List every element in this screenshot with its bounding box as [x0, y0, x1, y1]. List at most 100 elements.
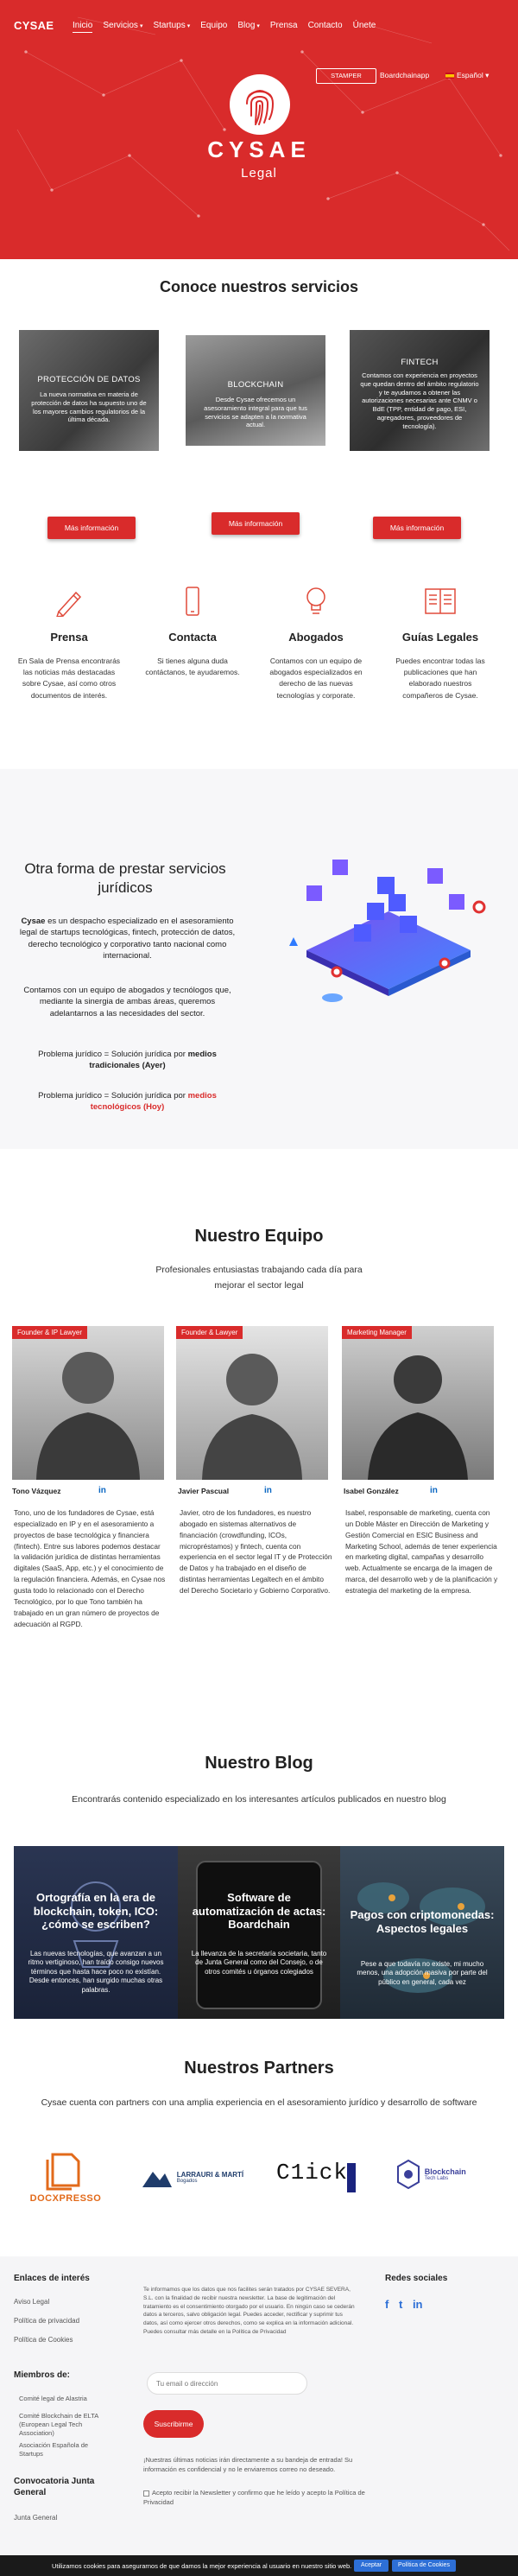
feature-guias-legales[interactable]: Guías Legales Puedes encontrar todas las… — [380, 586, 501, 701]
menu-item-blog[interactable]: Blog ▾ — [237, 21, 260, 33]
partner-click[interactable]: C1ick — [276, 2160, 363, 2192]
partners-title: Nuestros Partners — [184, 2059, 334, 2078]
hero-section: CYSAE Inicio Servicios ▾ Startups ▾ Equipo… — [0, 0, 518, 259]
menu-item-startups[interactable]: Startups ▾ — [153, 21, 190, 33]
team-photo-isabel: Marketing Manager — [342, 1326, 494, 1480]
team-photo-javier: Founder & Lawyer — [176, 1326, 328, 1480]
footer-miembro-startups[interactable]: Asociación Española de Startups — [19, 2441, 114, 2459]
newsletter-consent[interactable]: Acepto recibir la Newsletter y confirmo … — [143, 2488, 376, 2508]
facebook-icon[interactable]: f — [385, 2298, 388, 2311]
phone-icon — [186, 587, 199, 616]
role-badge: Founder & IP Lawyer — [12, 1326, 88, 1339]
footer-miembros-title: Miembros de: — [14, 2370, 71, 2380]
fingerprint-icon — [246, 90, 275, 125]
logo-wordmark: CYSAE — [207, 136, 311, 162]
feature-title: Abogados — [288, 631, 344, 644]
feature-prensa[interactable]: Prensa En Sala de Prensa encontrarás las… — [9, 586, 130, 701]
boardchain-link[interactable]: Boardchainapp — [380, 71, 429, 79]
menu-item-equipo[interactable]: Equipo — [200, 21, 227, 33]
blog-title: Nuestro Blog — [205, 1754, 313, 1773]
blog-post-boardchain[interactable]: Software de automatización de actas: Boa… — [178, 1846, 340, 2019]
social-icons: f t in — [385, 2298, 423, 2311]
menu-item-contacto[interactable]: Contacto — [308, 21, 343, 33]
partner-name: DOCXPRESSO — [29, 2193, 102, 2204]
team-member-bio: Isabel, responsable de marketing, cuenta… — [345, 1508, 498, 1596]
subscribe-button[interactable]: Suscribirme — [143, 2410, 204, 2438]
partner-name: LARRAURI & MARTÍ — [176, 2170, 244, 2179]
team-title: Nuestro Equipo — [194, 1227, 324, 1246]
partner-docxpresso[interactable]: DOCXPRESSO — [22, 2151, 109, 2204]
service-card-blockchain[interactable]: BLOCKCHAIN Desde Cysae ofrecemos un ases… — [186, 335, 325, 446]
tablet-image — [196, 1861, 322, 2009]
pencil-icon — [56, 591, 82, 617]
service-card-fintech[interactable]: FINTECH Contamos con experiencia en proy… — [350, 330, 490, 451]
footer-redes-title: Redes sociales — [385, 2274, 448, 2283]
services-title: Conoce nuestros servicios — [159, 278, 359, 295]
newsletter-email-input[interactable] — [147, 2372, 307, 2395]
logo-subtitle: Legal — [241, 166, 277, 181]
service-card-text: Desde Cysae ofrecemos un asesoramiento i… — [204, 396, 307, 429]
footer-link-privacidad[interactable]: Política de privacidad — [14, 2317, 79, 2325]
service-card-title: FINTECH — [401, 358, 439, 367]
partner-name-sub: Bogados — [176, 2178, 198, 2184]
brand-logo[interactable]: CYSAE — [14, 19, 54, 32]
linkedin-icon[interactable]: in — [430, 1486, 438, 1495]
linkedin-icon[interactable]: in — [413, 2298, 423, 2311]
spain-flag-icon — [445, 73, 454, 79]
footer-link-junta-general[interactable]: Junta General — [14, 2514, 57, 2522]
main-menu: Inicio Servicios ▾ Startups ▾ Equipo Blog ▾… — [73, 21, 386, 33]
mas-informacion-button[interactable]: Más información — [212, 512, 300, 535]
blog-post-title: Pagos con criptomonedas: Aspectos legale… — [350, 1908, 495, 1935]
otra-forma-paragraph-1: Cysae es un despacho especializado en el… — [19, 917, 236, 961]
cookie-text: Utilizamos cookies para asegurarnos de q… — [52, 2562, 352, 2570]
role-badge: Founder & Lawyer — [176, 1326, 243, 1339]
mas-informacion-button[interactable]: Más información — [47, 517, 136, 539]
mas-informacion-button[interactable]: Más información — [373, 517, 461, 539]
cookie-policy-button[interactable]: Política de Cookies — [392, 2560, 456, 2572]
language-selector[interactable]: Español ▾ — [445, 71, 489, 80]
menu-item-prensa[interactable]: Prensa — [270, 21, 298, 33]
cookie-accept-button[interactable]: Aceptar — [354, 2560, 388, 2572]
chevron-down-icon: ▾ — [256, 23, 260, 29]
otra-forma-paragraph-3: Problema jurídico = Solución jurídica po… — [38, 1050, 217, 1071]
service-card-title: BLOCKCHAIN — [227, 380, 284, 390]
role-badge: Marketing Manager — [342, 1326, 412, 1339]
menu-item-servicios[interactable]: Servicios ▾ — [103, 21, 142, 33]
person-silhouette — [368, 1355, 468, 1480]
linkedin-icon[interactable]: in — [98, 1486, 106, 1495]
team-subtitle: Profesionales entusiastas trabajando cad… — [155, 1265, 363, 1291]
chevron-down-icon: ▾ — [186, 23, 191, 29]
click-bar-icon — [347, 2163, 356, 2192]
footer-link-aviso-legal[interactable]: Aviso Legal — [14, 2298, 49, 2306]
partner-larrauri-marti[interactable]: LARRAURI & MARTÍ Bogados — [142, 2167, 246, 2187]
stamper-button[interactable]: STAMPER — [316, 68, 376, 84]
service-card-proteccion-datos[interactable]: PROTECCIÓN DE DATOS La nueva normativa e… — [19, 330, 159, 451]
team-member-bio: Javier, otro de los fundadores, es nuest… — [180, 1508, 332, 1596]
twitter-icon[interactable]: t — [399, 2298, 402, 2311]
team-member-bio: Tono, uno de los fundadores de Cysae, es… — [14, 1508, 166, 1628]
feature-title: Contacta — [168, 631, 217, 644]
blog-post-excerpt: La llevanza de la secretaría societaria,… — [191, 1950, 327, 1976]
lightbulb-icon — [306, 587, 325, 614]
top-navigation: CYSAE Inicio Servicios ▾ Startups ▾ Equipo… — [0, 0, 518, 50]
menu-item-inicio[interactable]: Inicio — [73, 21, 93, 33]
feature-text: En Sala de Prensa encontrarás las notici… — [17, 657, 121, 700]
footer-link-cookies[interactable]: Política de Cookies — [14, 2336, 73, 2344]
partner-blockchain-tech-labs[interactable]: Blockchain Tech Labs — [397, 2159, 492, 2190]
otra-forma-paragraph-4: Problema jurídico = Solución jurídica po… — [38, 1091, 217, 1113]
footer-miembro-alastria[interactable]: Comité legal de Alastria — [19, 2395, 87, 2402]
feature-abogados[interactable]: Abogados Contamos con un equipo de aboga… — [256, 586, 376, 701]
linkedin-icon[interactable]: in — [264, 1486, 272, 1495]
footer-convocatoria-title: Convocatoria Junta General — [14, 2477, 95, 2497]
team-member-name: Isabel González — [344, 1487, 399, 1495]
feature-contacta[interactable]: Contacta Si tienes alguna duda contáctan… — [132, 586, 253, 678]
footer-miembro-elta[interactable]: Comité Blockchain de ELTA (European Lega… — [19, 2412, 114, 2437]
consent-checkbox[interactable] — [143, 2490, 149, 2497]
blog-post-criptomonedas[interactable]: Pagos con criptomonedas: Aspectos legale… — [340, 1846, 504, 2019]
team-member-name: Tono Vázquez — [12, 1487, 61, 1495]
newsletter-spam-note: ¡Nuestras últimas noticias irán directam… — [143, 2456, 353, 2474]
blog-post-ortografia[interactable]: Ortografía en la era de blockchain, toke… — [14, 1846, 178, 2019]
hexagon-logo-icon — [397, 2159, 420, 2190]
menu-item-unete[interactable]: Únete — [353, 21, 376, 33]
feature-text: Contamos con un equipo de abogados espec… — [269, 657, 363, 700]
